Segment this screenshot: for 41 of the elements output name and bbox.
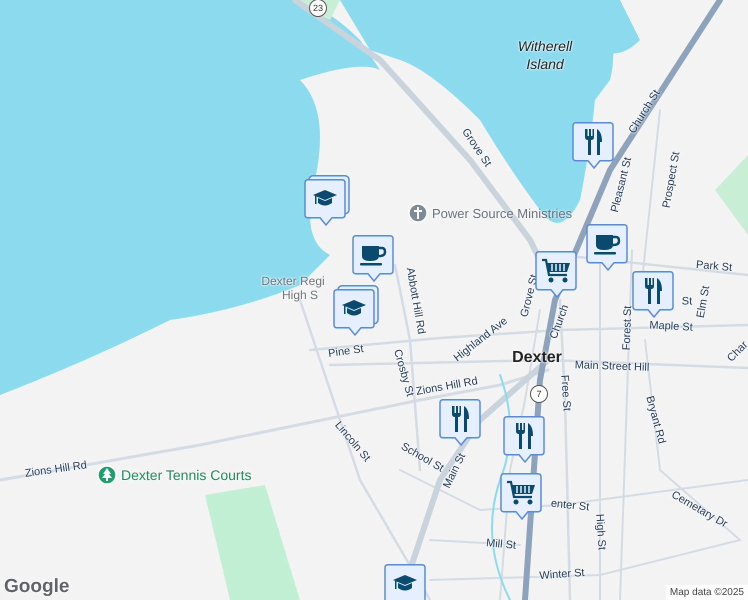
tree-pin-icon bbox=[97, 465, 117, 485]
fork-knife-icon bbox=[583, 128, 603, 156]
island-label: Witherell bbox=[518, 39, 572, 53]
street-label: Free St bbox=[558, 374, 572, 412]
street-label: Forest St bbox=[622, 306, 634, 350]
street-label: Mill St bbox=[486, 538, 516, 552]
place-label[interactable]: Dexter Tennis Courts bbox=[121, 467, 252, 483]
street-label: Elm St bbox=[696, 285, 712, 319]
route-shield: 7 bbox=[530, 385, 548, 403]
street-label: Main Street Hill bbox=[574, 360, 650, 374]
street-label: St bbox=[682, 296, 692, 308]
shopping-cart-icon bbox=[541, 258, 571, 284]
attribution-text[interactable]: Map data ©2025 bbox=[666, 585, 748, 600]
street-label: Maple St bbox=[649, 320, 693, 334]
fork-knife-icon bbox=[643, 277, 663, 305]
place-label: High S bbox=[282, 289, 318, 301]
google-logo[interactable]: Google bbox=[4, 576, 70, 598]
street-label: Winter St bbox=[539, 568, 585, 582]
street-label: Prospect St bbox=[662, 151, 682, 209]
map-marker[interactable] bbox=[303, 175, 351, 227]
street-label: High St bbox=[593, 514, 607, 550]
coffee-cup-icon bbox=[359, 244, 387, 266]
street-label: Abbott Hill Rd bbox=[404, 266, 426, 336]
town-label: Dexter bbox=[512, 350, 562, 366]
street-label: Bryant Rd bbox=[643, 394, 667, 446]
street-label: Zions Hill Rd bbox=[24, 460, 88, 480]
map-marker[interactable] bbox=[332, 285, 380, 337]
street-label: enter St bbox=[550, 498, 590, 514]
fork-knife-icon bbox=[450, 405, 470, 433]
place-label: Dexter Regi bbox=[261, 275, 325, 287]
street-label: Pine St bbox=[328, 344, 364, 360]
street-label: Park St bbox=[696, 260, 732, 274]
island-label: Island bbox=[526, 57, 564, 71]
cross-pin-icon bbox=[408, 203, 428, 223]
shopping-cart-icon bbox=[506, 480, 536, 506]
street-label: Zions Hill Rd bbox=[415, 376, 479, 398]
coffee-cup-icon bbox=[593, 233, 621, 255]
street-label: Pleasant St bbox=[610, 156, 634, 214]
fork-knife-icon bbox=[514, 422, 534, 450]
street-label: Church bbox=[548, 303, 572, 341]
street-label: Crosby St bbox=[391, 348, 415, 398]
